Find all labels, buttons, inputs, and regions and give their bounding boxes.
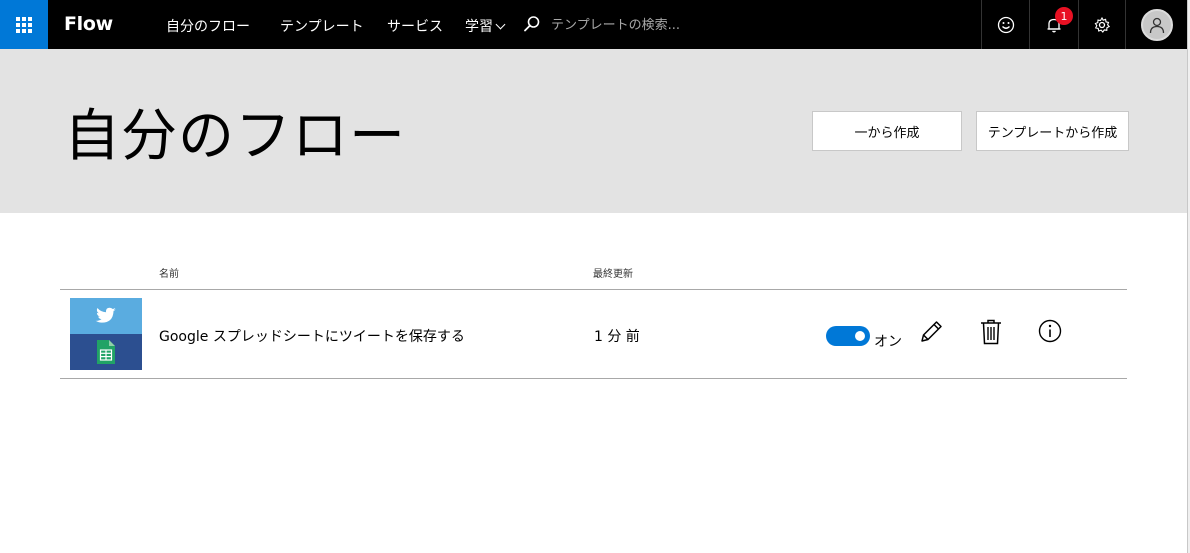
- pencil-icon[interactable]: [918, 319, 944, 345]
- gear-icon: [1094, 16, 1111, 33]
- brand-name[interactable]: Flow: [64, 13, 113, 35]
- flow-thumbnail: [70, 298, 142, 370]
- info-icon[interactable]: [1038, 319, 1062, 343]
- flow-name-link[interactable]: Google スプレッドシートにツイートを保存する: [159, 326, 465, 346]
- feedback-button[interactable]: [981, 0, 1029, 49]
- flow-status-label: オン: [874, 334, 902, 350]
- sheets-tile: [70, 334, 142, 370]
- create-from-blank-button[interactable]: 一から作成: [812, 111, 962, 151]
- page-header: 自分のフロー 一から作成 テンプレートから作成: [0, 49, 1187, 213]
- notification-badge: 1: [1055, 7, 1073, 25]
- chevron-down-icon: [495, 19, 506, 30]
- column-header-modified[interactable]: 最終更新: [593, 265, 633, 280]
- column-header-name[interactable]: 名前: [159, 265, 179, 280]
- account-button[interactable]: [1125, 0, 1187, 49]
- nav-templates[interactable]: テンプレート: [280, 16, 364, 36]
- flow-modified-time: 1 分 前: [594, 329, 640, 345]
- top-bar: Flow 自分のフロー テンプレート サービス 学習 1: [0, 0, 1187, 49]
- sheets-icon: [97, 340, 115, 364]
- waffle-icon: [16, 16, 32, 33]
- nav-my-flows[interactable]: 自分のフロー: [166, 16, 250, 36]
- table-header-divider: [60, 289, 1127, 290]
- twitter-tile: [70, 298, 142, 334]
- trash-icon[interactable]: [980, 319, 1002, 345]
- create-from-template-button[interactable]: テンプレートから作成: [976, 111, 1129, 151]
- search-input[interactable]: [551, 16, 851, 34]
- smiley-icon: [997, 16, 1014, 33]
- table-row-divider: [60, 378, 1127, 379]
- search-icon[interactable]: [523, 15, 541, 33]
- toggle-knob: [855, 331, 865, 341]
- settings-button[interactable]: [1078, 0, 1125, 49]
- page-title: 自分のフロー: [64, 104, 406, 169]
- app-launcher-button[interactable]: [0, 0, 48, 49]
- notifications-button[interactable]: 1: [1029, 0, 1078, 49]
- person-icon: [1149, 17, 1164, 33]
- nav-learn[interactable]: 学習: [465, 16, 506, 36]
- flow-enabled-toggle[interactable]: [826, 326, 870, 346]
- nav-services[interactable]: サービス: [387, 16, 443, 36]
- nav-learn-label: 学習: [465, 19, 493, 35]
- twitter-icon: [95, 307, 116, 323]
- avatar: [1140, 8, 1173, 41]
